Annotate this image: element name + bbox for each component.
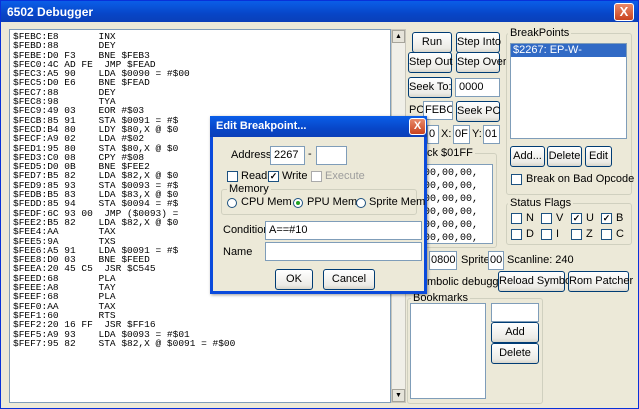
flag-n-label: N	[526, 212, 534, 224]
break-bad-opcode-label: Break on Bad Opcode	[526, 173, 635, 185]
window-title: 6502 Debugger	[1, 1, 638, 22]
flag-i-label: I	[556, 228, 560, 240]
reload-symbols-button[interactable]: Reload Symbols	[498, 271, 579, 292]
ppu-mem-label: PPU Mem	[307, 196, 358, 208]
cpu-mem-label: CPU Mem	[241, 196, 292, 208]
flag-b-label: B	[616, 212, 624, 224]
rom-patcher-button[interactable]: Rom Patcher	[568, 271, 633, 292]
bookmark-input[interactable]	[491, 303, 539, 322]
address-label: Address:	[231, 149, 275, 161]
flag-v-checkbox[interactable]	[541, 213, 552, 224]
seek-pc-button[interactable]: Seek PC	[456, 101, 500, 122]
dialog-title: Edit Breakpoint...	[210, 116, 427, 137]
flag-c-checkbox[interactable]	[601, 229, 612, 240]
delete-bookmark-button[interactable]: Delete	[491, 343, 539, 364]
memory-label: Memory	[227, 183, 271, 195]
stack-label: ck $01FF	[425, 147, 475, 159]
execute-checkbox	[311, 171, 322, 182]
window-close-button[interactable]: X	[614, 3, 634, 21]
flag-u-label: U	[586, 212, 594, 224]
sprite-mem-radio[interactable]	[356, 198, 366, 208]
ok-button[interactable]: OK	[275, 269, 313, 290]
stack-row: ,00,00,00,	[418, 233, 479, 244]
scanline-label: Scanline: 240	[507, 254, 574, 266]
seek-to-button[interactable]: Seek To:	[408, 77, 452, 98]
seek-address-input[interactable]: 0000	[455, 78, 500, 97]
step-over-button[interactable]: Step Over	[456, 52, 507, 73]
y-register-input[interactable]: 01	[483, 125, 500, 144]
break-bad-opcode-checkbox[interactable]	[511, 174, 522, 185]
name-input[interactable]	[265, 242, 422, 261]
condition-label: Condition	[223, 224, 270, 236]
ppu-input[interactable]: 0800	[429, 251, 457, 270]
flag-c-label: C	[616, 228, 624, 240]
status-flags-label: Status Flags	[508, 197, 574, 209]
name-label: Name	[223, 246, 253, 258]
flag-z-checkbox[interactable]	[571, 229, 582, 240]
flag-z-label: Z	[586, 228, 593, 240]
run-button[interactable]: Run	[412, 32, 452, 53]
a-register-input[interactable]: 0	[427, 125, 439, 144]
write-checkbox[interactable]: ✓	[268, 171, 279, 182]
scroll-up-icon[interactable]: ▲	[392, 30, 405, 43]
ppu-mem-radio[interactable]	[293, 198, 303, 208]
stack-row: ,00,00,00,	[418, 207, 479, 218]
x-register-input[interactable]: 0F	[453, 125, 470, 144]
address-start-input[interactable]: 2267	[270, 146, 305, 165]
debugger-window: 6502 Debugger X $FEBC:E8 INX $FEBD:88 DEY…	[0, 0, 639, 409]
delete-breakpoint-button[interactable]: Delete	[547, 146, 582, 167]
dialog-close-button[interactable]: X	[409, 118, 426, 135]
bookmarks-list[interactable]	[410, 303, 486, 399]
step-out-button[interactable]: Step Out	[408, 52, 452, 73]
breakpoints-list[interactable]: $2267: EP-W-	[510, 43, 627, 139]
read-checkbox[interactable]	[227, 171, 238, 182]
status-flags-group	[506, 203, 632, 245]
x-register-label: X:	[441, 128, 452, 140]
write-label: Write	[282, 170, 308, 182]
step-into-button[interactable]: Step Into	[456, 32, 501, 53]
breakpoints-label: BreakPoints	[508, 27, 572, 39]
cpu-mem-radio[interactable]	[227, 198, 237, 208]
edit-breakpoint-button[interactable]: Edit	[585, 146, 612, 167]
stack-row: ,00,00,00,	[418, 168, 479, 179]
sprite-mem-label: Sprite Mem	[369, 196, 426, 208]
cancel-button[interactable]: Cancel	[323, 269, 375, 290]
flag-b-checkbox[interactable]: ✓	[601, 213, 612, 224]
flag-d-label: D	[526, 228, 534, 240]
sprite-input[interactable]: 00	[488, 251, 504, 270]
address-end-input[interactable]	[316, 146, 347, 165]
breakpoint-item[interactable]: $2267: EP-W-	[511, 44, 626, 57]
flag-d-checkbox[interactable]	[511, 229, 522, 240]
add-bookmark-button[interactable]: Add	[491, 322, 539, 343]
pc-input[interactable]: FEBC	[423, 101, 453, 120]
disassembly-line[interactable]: $FEF7:95 82 STA $82,X @ $0091 = #$00	[13, 338, 390, 348]
add-breakpoint-button[interactable]: Add...	[510, 146, 545, 167]
stack-row: ,00,00,00,	[418, 220, 479, 231]
address-separator: -	[308, 148, 312, 160]
scroll-down-icon[interactable]: ▼	[392, 389, 405, 402]
flag-u-checkbox[interactable]: ✓	[571, 213, 582, 224]
edit-breakpoint-dialog: Edit Breakpoint... X Address: 2267 - Rea…	[210, 116, 427, 294]
stack-row: ,00,00,00,	[418, 181, 479, 192]
execute-label: Execute	[325, 170, 365, 182]
flag-i-checkbox[interactable]	[541, 229, 552, 240]
read-label: Read	[241, 170, 268, 182]
flag-n-checkbox[interactable]	[511, 213, 522, 224]
y-register-label: Y:	[472, 128, 482, 140]
stack-row: ,00,00,00,	[418, 194, 479, 205]
condition-input[interactable]: A==#10	[265, 221, 422, 240]
flag-v-label: V	[556, 212, 564, 224]
